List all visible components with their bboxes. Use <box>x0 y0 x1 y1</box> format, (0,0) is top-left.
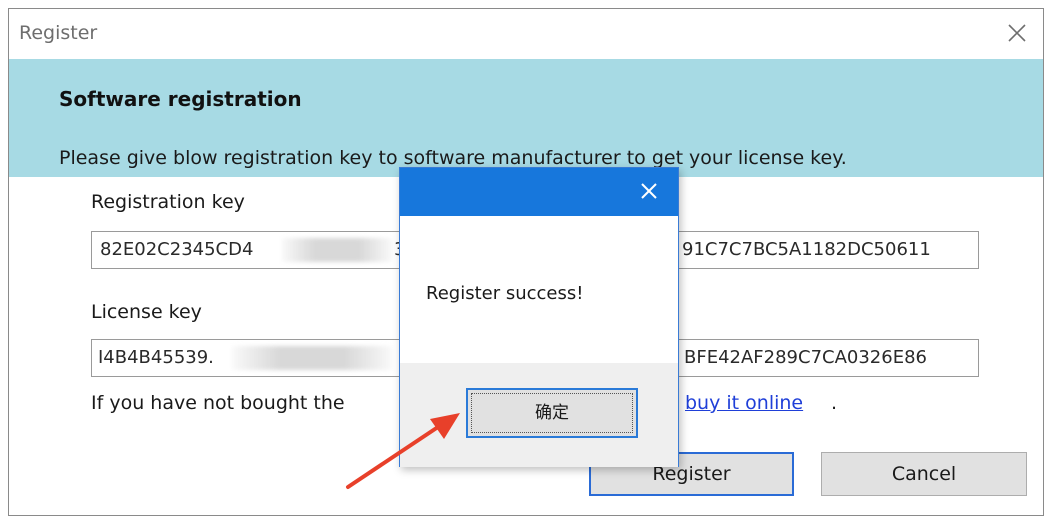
header-title: Software registration <box>59 87 302 111</box>
buy-trailing-period: . <box>831 392 838 414</box>
registration-key-value-start: 82E02C2345CD4 <box>100 239 254 260</box>
header-description: Please give blow registration key to sof… <box>59 147 847 169</box>
window-title: Register <box>19 22 98 44</box>
header-band: Software registration Please give blow r… <box>9 59 1043 177</box>
message-box-title-bar <box>400 168 678 216</box>
registration-key-label: Registration key <box>91 191 245 213</box>
cancel-button[interactable]: Cancel <box>821 452 1027 496</box>
redacted-blur <box>232 346 392 370</box>
title-bar: Register <box>9 9 1043 59</box>
ok-button[interactable]: 确定 <box>466 388 638 438</box>
buy-prompt-text: If you have not bought the <box>91 392 345 414</box>
close-icon[interactable] <box>638 180 660 202</box>
message-box-footer: 确定 <box>400 363 678 467</box>
buy-online-link[interactable]: buy it online <box>685 392 803 414</box>
license-key-label: License key <box>91 301 202 323</box>
message-text: Register success! <box>426 283 584 304</box>
license-key-value-end: BFE42AF289C7CA0326E86 <box>684 347 927 368</box>
license-key-value-start: I4B4B45539. <box>98 347 214 368</box>
success-message-box: Register success! 确定 <box>399 167 679 467</box>
registration-key-value-end: 91C7C7BC5A1182DC50611 <box>682 239 931 260</box>
redacted-blur <box>282 238 392 262</box>
close-icon[interactable] <box>1001 17 1033 49</box>
